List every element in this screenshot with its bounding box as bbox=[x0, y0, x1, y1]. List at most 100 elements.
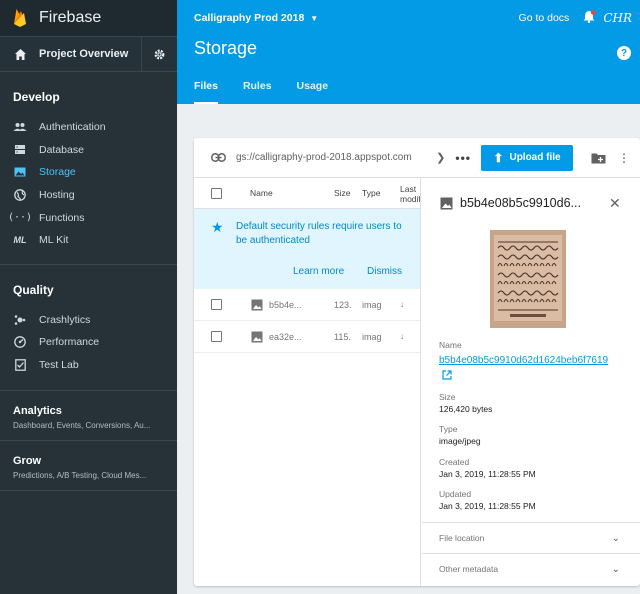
table-row[interactable]: ea32e... 115. imag ↓ bbox=[194, 321, 420, 353]
project-overview-link[interactable]: Project Overview bbox=[39, 48, 141, 60]
notice-message: Default security rules require users to … bbox=[236, 221, 402, 246]
project-selector[interactable]: Calligraphy Prod 2018 ▼ bbox=[194, 12, 519, 24]
tab-rules[interactable]: Rules bbox=[235, 68, 280, 104]
field-created: Created Jan 3, 2019, 11:28:55 PM bbox=[439, 457, 536, 479]
project-name: Calligraphy Prod 2018 bbox=[194, 12, 305, 24]
file-type: imag bbox=[362, 299, 382, 310]
row-checkbox[interactable] bbox=[211, 299, 222, 310]
field-type: Type image/jpeg bbox=[439, 424, 481, 446]
field-name: Name bbox=[439, 340, 462, 350]
upload-arrow-icon: ⬆ bbox=[493, 150, 504, 165]
sidebar-item-crashlytics[interactable]: Crashlytics bbox=[0, 309, 177, 332]
sidebar-item-performance[interactable]: Performance bbox=[0, 331, 177, 354]
account-avatar[interactable]: CHR bbox=[603, 11, 632, 25]
go-to-docs-link[interactable]: Go to docs bbox=[519, 12, 570, 24]
storage-toolbar: gs://calligraphy-prod-2018.appspot.com ❯… bbox=[194, 138, 640, 178]
other-metadata-accordion[interactable]: Other metadata ⌄ bbox=[422, 553, 640, 584]
field-updated: Updated Jan 3, 2019, 11:28:55 PM bbox=[439, 489, 536, 511]
field-label: Size bbox=[439, 392, 456, 402]
accordion-label: Other metadata bbox=[439, 564, 499, 574]
chevron-down-icon: ⌄ bbox=[611, 563, 620, 575]
field-value: image/jpeg bbox=[439, 436, 481, 446]
file-type: imag bbox=[362, 331, 382, 342]
file-details-panel: b5b4e08b5c9910d6... ✕ Name b5b4e08b5c991… bbox=[422, 178, 640, 586]
crashlytics-icon bbox=[13, 314, 27, 326]
field-value: Jan 3, 2019, 11:28:55 PM bbox=[439, 469, 536, 479]
group-title: Grow bbox=[13, 455, 42, 468]
image-icon bbox=[13, 166, 27, 178]
ml-kit-icon: ML bbox=[13, 235, 27, 246]
file-location-accordion[interactable]: File location ⌄ bbox=[422, 522, 640, 553]
dismiss-button[interactable]: Dismiss bbox=[367, 266, 402, 277]
file-name-link[interactable]: b5b4e08b5c9910d62d1624beb6f7619 bbox=[439, 355, 608, 366]
table-row[interactable]: b5b4e... 123. imag ↓ bbox=[194, 289, 420, 321]
image-preview[interactable] bbox=[490, 230, 566, 328]
download-icon[interactable]: ↓ bbox=[400, 332, 404, 341]
settings-gear-icon[interactable] bbox=[141, 36, 177, 72]
image-file-icon bbox=[440, 197, 453, 209]
sidebar-item-label: Storage bbox=[39, 166, 76, 179]
field-label: Type bbox=[439, 424, 458, 434]
sidebar-item-test-lab[interactable]: Test Lab bbox=[0, 354, 177, 377]
notification-bell-icon[interactable] bbox=[583, 10, 596, 26]
database-icon bbox=[13, 144, 27, 156]
sidebar-item-label: Authentication bbox=[39, 121, 106, 134]
chevron-right-icon[interactable]: ❯ bbox=[436, 151, 445, 164]
learn-more-link[interactable]: Learn more bbox=[293, 266, 344, 277]
group-subtitle: Dashboard, Events, Conversions, Au... bbox=[13, 421, 151, 431]
field-value: 126,420 bytes bbox=[439, 404, 493, 414]
sidebar-item-functions[interactable]: (··) Functions bbox=[0, 206, 177, 229]
sidebar-item-label: Test Lab bbox=[39, 359, 79, 372]
new-folder-icon[interactable] bbox=[591, 152, 606, 164]
tab-files[interactable]: Files bbox=[186, 68, 226, 104]
page-title: Storage bbox=[194, 38, 258, 58]
sidebar-item-hosting[interactable]: Hosting bbox=[0, 184, 177, 207]
more-horizontal-icon[interactable]: ••• bbox=[455, 151, 471, 165]
home-icon bbox=[15, 48, 26, 60]
row-checkbox[interactable] bbox=[211, 331, 222, 342]
sidebar-group-grow[interactable]: Grow Predictions, A/B Testing, Cloud Mes… bbox=[0, 441, 177, 492]
sidebar-item-label: Hosting bbox=[39, 189, 75, 202]
storage-browser-card: gs://calligraphy-prod-2018.appspot.com ❯… bbox=[194, 138, 640, 586]
chevron-down-icon: ⌄ bbox=[611, 532, 620, 544]
details-header: b5b4e08b5c9910d6... ✕ bbox=[422, 178, 640, 228]
link-icon[interactable] bbox=[211, 153, 226, 162]
sidebar-group-analytics[interactable]: Analytics Dashboard, Events, Conversions… bbox=[0, 391, 177, 442]
sidebar-item-database[interactable]: Database bbox=[0, 139, 177, 162]
download-icon[interactable]: ↓ bbox=[400, 300, 404, 309]
select-all-checkbox[interactable] bbox=[211, 187, 222, 199]
field-value: Jan 3, 2019, 11:28:55 PM bbox=[439, 501, 536, 511]
sidebar: Firebase Project Overview Develop Authen… bbox=[0, 0, 177, 594]
tab-bar: Files Rules Usage bbox=[177, 68, 336, 104]
sidebar-item-label: ML Kit bbox=[39, 234, 69, 247]
field-label: Created bbox=[439, 457, 470, 467]
open-in-new-icon[interactable] bbox=[442, 370, 452, 380]
sidebar-item-storage[interactable]: Storage bbox=[0, 161, 177, 184]
column-last-modified[interactable]: Last modif bbox=[400, 184, 420, 204]
file-size: 115. bbox=[334, 331, 351, 342]
brand-header[interactable]: Firebase bbox=[0, 0, 177, 36]
upload-file-button[interactable]: ⬆ Upload file bbox=[481, 144, 573, 171]
globe-icon bbox=[13, 189, 27, 201]
image-file-icon bbox=[251, 331, 263, 342]
sidebar-item-authentication[interactable]: Authentication bbox=[0, 116, 177, 139]
file-name: ea32e... bbox=[269, 331, 302, 342]
caret-down-icon: ▼ bbox=[310, 13, 319, 23]
security-rules-notice: ★ Default security rules require users t… bbox=[194, 209, 420, 289]
column-type[interactable]: Type bbox=[362, 188, 380, 198]
checklist-icon bbox=[13, 359, 27, 371]
more-vertical-icon[interactable]: ⋮ bbox=[618, 151, 630, 165]
group-subtitle: Predictions, A/B Testing, Cloud Mes... bbox=[13, 471, 147, 481]
bucket-path[interactable]: gs://calligraphy-prod-2018.appspot.com bbox=[236, 152, 436, 163]
column-name[interactable]: Name bbox=[250, 188, 273, 198]
people-icon bbox=[13, 121, 27, 133]
section-develop-title: Develop bbox=[13, 90, 60, 104]
close-icon[interactable]: ✕ bbox=[609, 195, 621, 212]
star-icon: ★ bbox=[211, 219, 224, 235]
sidebar-item-label: Crashlytics bbox=[39, 313, 91, 326]
column-size[interactable]: Size bbox=[334, 188, 351, 198]
tab-usage[interactable]: Usage bbox=[289, 68, 337, 104]
sidebar-item-ml-kit[interactable]: ML ML Kit bbox=[0, 229, 177, 252]
help-icon[interactable]: ? bbox=[617, 46, 631, 60]
project-overview-row: Project Overview bbox=[0, 36, 177, 72]
